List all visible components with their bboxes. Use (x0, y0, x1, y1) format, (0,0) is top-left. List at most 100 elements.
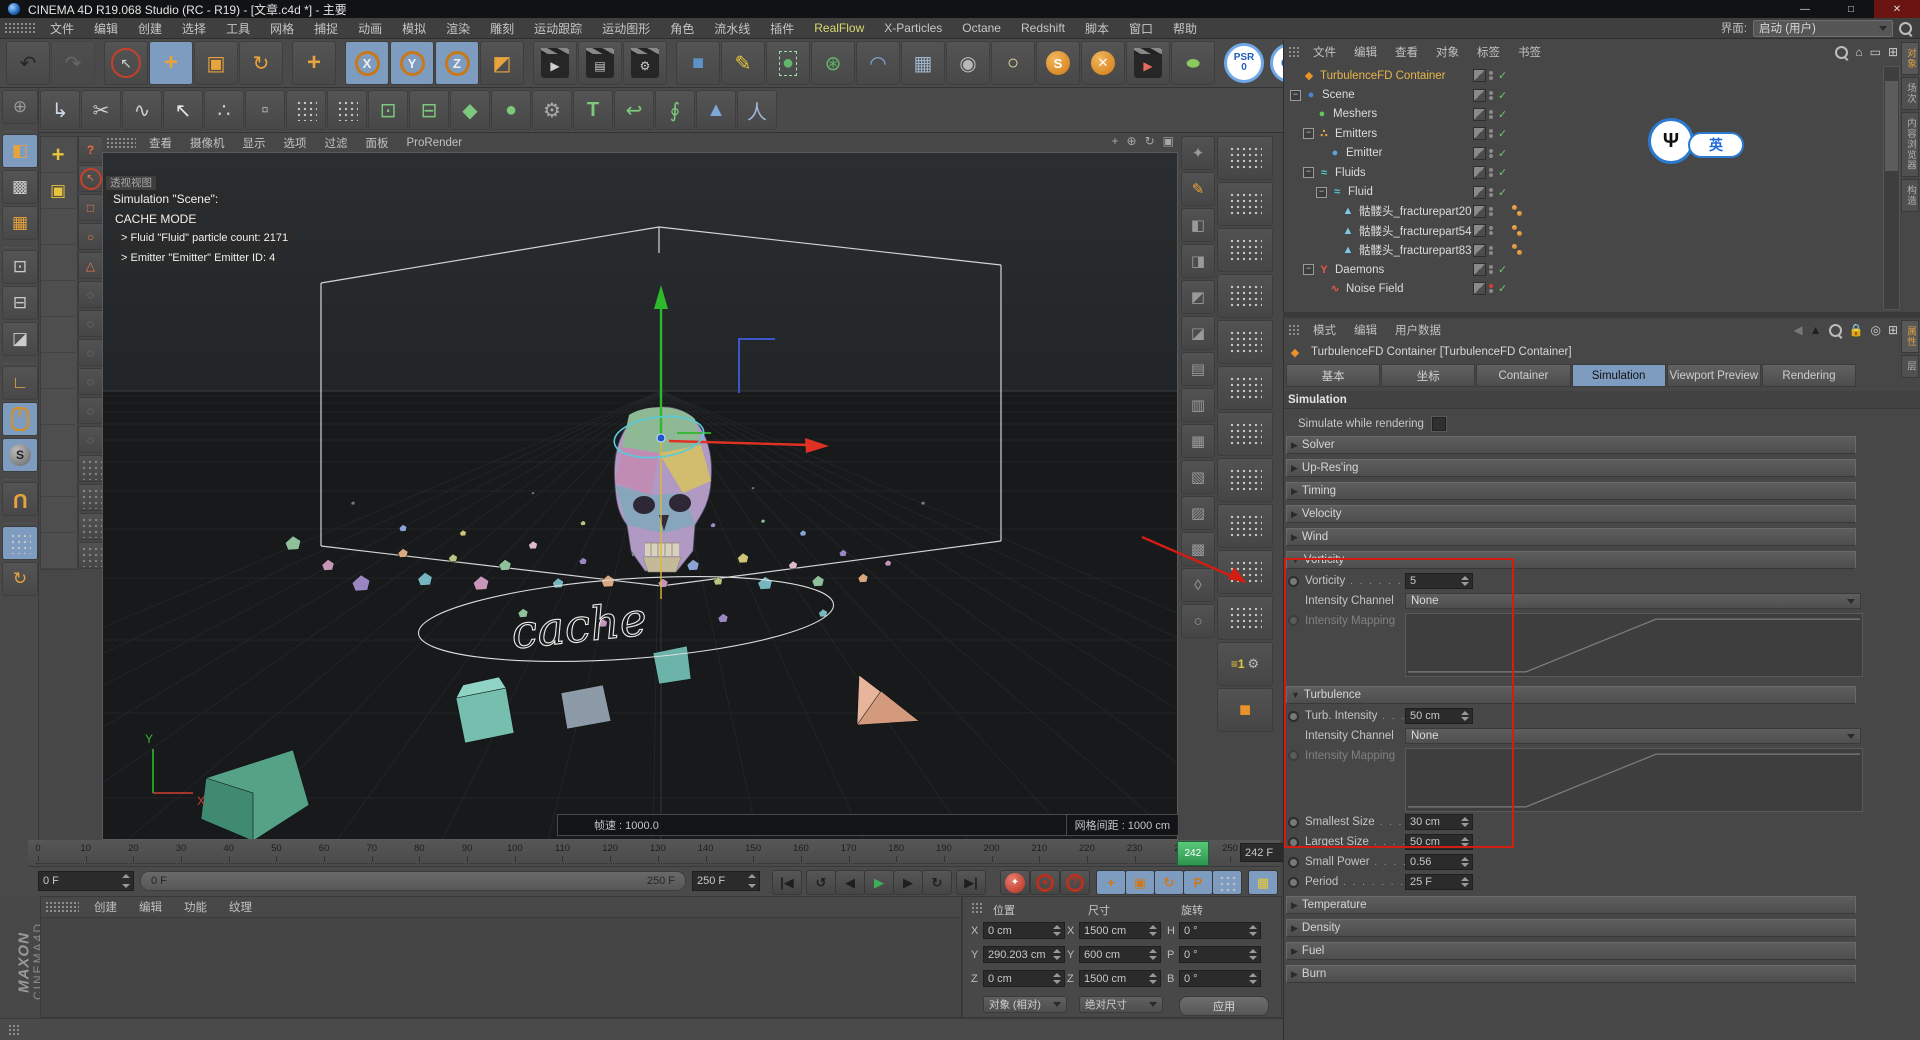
layer-box[interactable] (1473, 69, 1486, 82)
menu-item-9[interactable]: 渲染 (436, 20, 480, 37)
am-menu-item-2[interactable]: 用户数据 (1386, 322, 1450, 338)
coordinate-system-icon[interactable]: ◩ (480, 41, 524, 85)
apply-button[interactable]: 应用 (1179, 996, 1269, 1016)
tree-item-0[interactable]: ◆TurbulenceFD Container✓ (1284, 66, 1884, 85)
grid-rotate-icon[interactable]: ↻ (2, 562, 38, 596)
key-pla[interactable] (1212, 870, 1242, 895)
object-tree-scrollbar[interactable] (1883, 66, 1900, 310)
menu-item-6[interactable]: 捕捉 (304, 20, 348, 37)
interface-dropdown[interactable]: 启动 (用户) (1753, 20, 1893, 37)
octane-render-icon[interactable]: ▶ (1126, 41, 1170, 85)
ime-language-badge[interactable]: 英 (1688, 132, 1744, 158)
mesh-i-icon[interactable]: ▨ (1181, 496, 1215, 530)
menu-item-11[interactable]: 运动跟踪 (524, 20, 592, 37)
goto-prev-key[interactable]: ↺ (806, 870, 836, 895)
small-power-field[interactable]: 0.56 (1405, 854, 1473, 870)
layer-box[interactable] (1473, 89, 1486, 102)
group-fuel[interactable]: ▶Fuel (1286, 942, 1856, 960)
spline-pen-icon[interactable]: ✎ (721, 41, 765, 85)
rotate-icon[interactable]: ↻ (239, 41, 283, 85)
viewport-menu-item-6[interactable]: ProRender (398, 137, 472, 149)
mesh-j-icon[interactable]: ▩ (1181, 532, 1215, 566)
visibility-dots[interactable] (1489, 70, 1494, 81)
material-menu-drag-handle[interactable] (45, 901, 79, 913)
om-menu-item-0[interactable]: 文件 (1304, 44, 1345, 60)
animate-toggle-icon[interactable] (1288, 576, 1299, 587)
floor-icon[interactable]: ▦ (901, 41, 945, 85)
realflow-mesh-icon[interactable]: ● (1171, 41, 1215, 85)
size-mode-dropdown[interactable]: 绝对尺寸 (1079, 996, 1163, 1013)
lasso-select-icon[interactable]: ○ (78, 223, 103, 250)
om-menu-item-4[interactable]: 标签 (1468, 44, 1509, 60)
material-menu-item-1[interactable]: 编辑 (128, 899, 173, 915)
viewport-solo-icon[interactable] (2, 402, 38, 436)
snap-grid-icon[interactable] (1217, 596, 1273, 640)
cloner-icon[interactable]: ⊛ (811, 41, 855, 85)
group-solver[interactable]: ▶Solver (1286, 436, 1856, 454)
visibility-dots[interactable] (1489, 245, 1494, 256)
dot-grid-b-icon[interactable] (327, 90, 367, 130)
search-icon[interactable] (1829, 324, 1842, 337)
undo-icon[interactable]: ↶ (6, 41, 50, 85)
move-icon[interactable]: + (149, 41, 193, 85)
menu-item-10[interactable]: 雕刻 (480, 20, 524, 37)
expand-icon[interactable]: − (1303, 128, 1314, 139)
snap-grid-icon[interactable] (1217, 458, 1273, 502)
snap-grid-icon[interactable] (1217, 412, 1273, 456)
minimize-button[interactable]: — (1782, 0, 1828, 18)
period-field[interactable]: 25 F (1405, 874, 1473, 890)
cursor-icon[interactable]: ▲ (1810, 323, 1822, 337)
mesh-f-icon[interactable]: ▥ (1181, 388, 1215, 422)
help-icon[interactable]: ? (78, 136, 103, 163)
simulate-while-rendering-checkbox[interactable] (1432, 417, 1446, 431)
spiral-spline-icon[interactable]: ∮ (655, 90, 695, 130)
largest-size-field[interactable]: 50 cm (1405, 834, 1473, 850)
bend-deformer-icon[interactable]: ◠ (856, 41, 900, 85)
group-wind[interactable]: ▶Wind (1286, 528, 1856, 546)
prev-frame[interactable]: ◀ (835, 870, 865, 895)
object-tags[interactable] (1512, 225, 1524, 237)
object-label[interactable]: Emitters (1335, 128, 1377, 140)
keyframe-help[interactable]: ? (1060, 870, 1090, 895)
side-tab-1[interactable]: 场次 (1901, 77, 1919, 110)
vorticity-mapping-curve[interactable] (1405, 613, 1863, 677)
viewport-canvas[interactable]: cache (102, 152, 1178, 840)
sculpt-f-icon[interactable]: ◌ (78, 426, 103, 453)
menu-item-7[interactable]: 动画 (348, 20, 392, 37)
mesh-c-icon[interactable]: ◩ (1181, 280, 1215, 314)
visibility-dots[interactable] (1489, 148, 1494, 159)
points-mode-icon[interactable]: ⊡ (2, 250, 38, 284)
object-label[interactable]: 骷髅头_fracturepart83 (1359, 242, 1472, 258)
render-picture-viewer-icon[interactable]: ▤ (578, 41, 622, 85)
mesh-l-icon[interactable]: ○ (1181, 604, 1215, 638)
lock-z-icon[interactable]: Z (435, 41, 479, 85)
point-gear-icon[interactable]: ∴ (204, 90, 244, 130)
sculpt-globe-icon[interactable]: ⊕ (2, 90, 38, 124)
layer-box[interactable] (1473, 147, 1486, 160)
expand-icon[interactable]: − (1316, 187, 1327, 198)
viewport-menu-item-0[interactable]: 查看 (140, 135, 181, 151)
view-zoom-icon[interactable]: ⊕ (1127, 134, 1137, 148)
view-label[interactable]: 透视视图 (105, 175, 157, 191)
filter-icon[interactable]: ▭ (1870, 45, 1881, 59)
menu-item-21[interactable]: 窗口 (1119, 20, 1163, 37)
size-x-field[interactable]: 1500 cm (1079, 922, 1161, 939)
quantize-icon[interactable]: ▫ (245, 90, 285, 130)
render-settings-icon[interactable]: ⚙ (623, 41, 667, 85)
view-maximize-icon[interactable]: ▣ (1163, 134, 1174, 148)
cone-pen-icon[interactable]: ▲ (696, 90, 736, 130)
add-icon[interactable]: ⊞ (1888, 45, 1898, 59)
snap-grid-icon[interactable] (1217, 550, 1273, 594)
target-icon[interactable]: ◎ (1870, 323, 1880, 337)
visibility-dots[interactable] (1489, 283, 1494, 294)
mesh-a-icon[interactable]: ◧ (1181, 208, 1215, 242)
turb-channel-dropdown[interactable]: None (1405, 728, 1861, 744)
position-mode-dropdown[interactable]: 对象 (相对) (983, 996, 1067, 1013)
visibility-dots[interactable] (1489, 206, 1494, 217)
subdivision-surface-icon[interactable]: ● (766, 41, 810, 85)
dot-grid-a-icon[interactable] (286, 90, 326, 130)
object-label[interactable]: 骷髅头_fracturepart20 (1359, 203, 1472, 219)
layer-box[interactable] (1473, 263, 1486, 276)
object-label[interactable]: Meshers (1333, 108, 1377, 120)
layer-box[interactable] (1473, 244, 1486, 257)
